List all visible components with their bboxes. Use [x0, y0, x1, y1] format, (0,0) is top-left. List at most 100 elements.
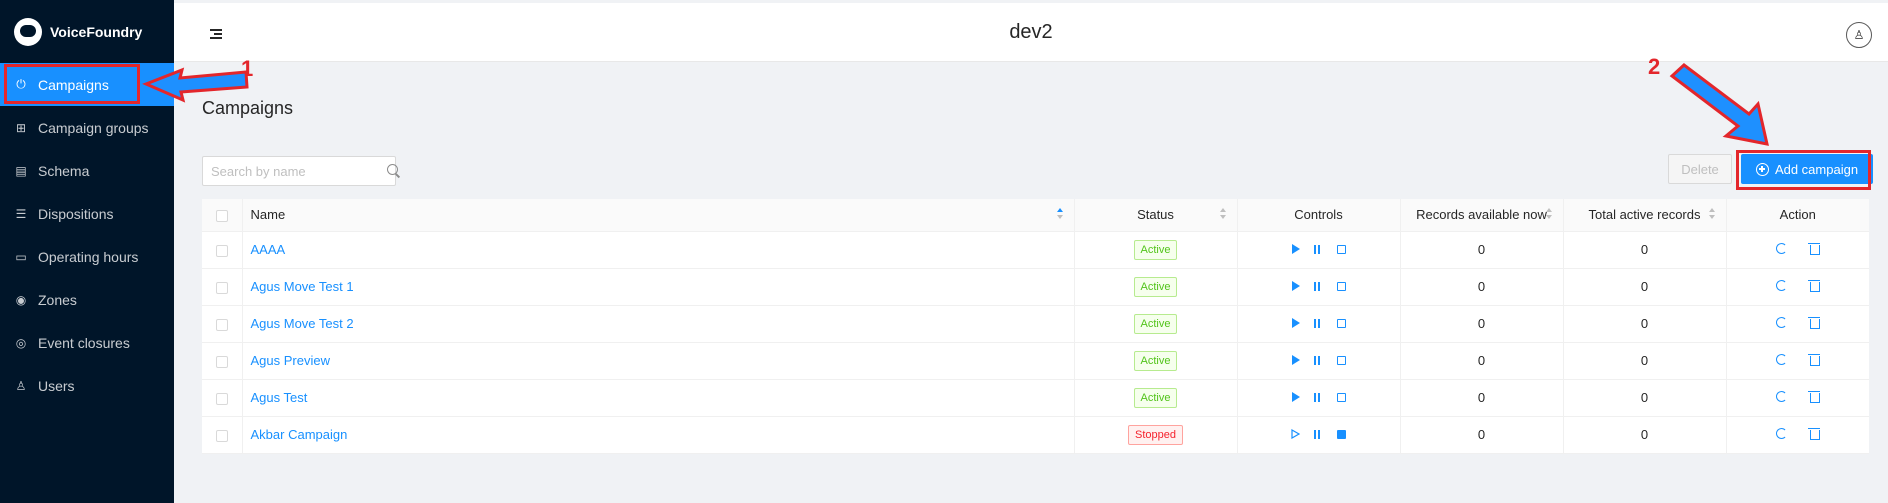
campaign-name-link[interactable]: AAAA [251, 242, 286, 257]
campaign-name-link[interactable]: Agus Move Test 2 [251, 316, 354, 331]
column-header-total-active[interactable]: Total active records [1563, 199, 1727, 232]
status-badge: Stopped [1128, 424, 1183, 445]
column-header-status[interactable]: Status [1074, 199, 1238, 232]
pause-icon[interactable] [1313, 355, 1323, 365]
column-header-name[interactable]: Name [242, 199, 1075, 232]
pause-icon[interactable] [1313, 281, 1323, 291]
row-checkbox[interactable] [215, 281, 228, 294]
total-active-cell: 0 [1563, 416, 1727, 454]
campaign-name-link[interactable]: Agus Test [251, 390, 308, 405]
sync-icon[interactable] [1776, 428, 1788, 439]
row-checkbox[interactable] [215, 429, 228, 442]
stop-icon[interactable] [1337, 429, 1346, 439]
campaign-name-link[interactable]: Agus Preview [251, 353, 330, 368]
sidebar-item-users[interactable]: ♙ Users [0, 364, 174, 407]
stop-icon[interactable] [1336, 392, 1346, 402]
column-label: Records available now [1416, 207, 1547, 223]
trash-icon[interactable] [1808, 390, 1821, 403]
play-icon[interactable] [1291, 281, 1300, 291]
row-select-cell [202, 231, 243, 269]
status-badge: Active [1133, 276, 1178, 297]
sync-icon[interactable] [1776, 317, 1788, 328]
action-cell [1726, 305, 1869, 343]
row-checkbox[interactable] [215, 392, 228, 405]
column-header-records-available[interactable]: Records available now [1400, 199, 1564, 232]
action-cell [1726, 342, 1869, 380]
column-label: Controls [1294, 207, 1343, 223]
sidebar-item-zones[interactable]: ◉ Zones [0, 278, 174, 321]
sidebar-item-dispositions[interactable]: ☰ Dispositions [0, 192, 174, 235]
sidebar-item-campaign-groups[interactable]: ⊞ Campaign groups [0, 106, 174, 149]
trash-icon[interactable] [1808, 316, 1821, 329]
table-row: Agus Move Test 1 Active 0 0 [202, 268, 1869, 306]
pause-icon[interactable] [1313, 318, 1323, 328]
logo[interactable]: VoiceFoundry [0, 0, 174, 63]
play-icon[interactable] [1291, 318, 1300, 328]
sync-icon[interactable] [1776, 354, 1788, 365]
controls-cell [1237, 268, 1401, 306]
records-available-cell: 0 [1400, 268, 1564, 306]
records-available-cell: 0 [1400, 305, 1564, 343]
sidebar-item-operating-hours[interactable]: ▭ Operating hours [0, 235, 174, 278]
trash-icon[interactable] [1808, 427, 1821, 440]
top-header: dev2 ♙ [174, 0, 1888, 62]
sort-icon[interactable] [1056, 208, 1064, 222]
trash-icon[interactable] [1808, 242, 1821, 255]
controls-cell [1237, 305, 1401, 343]
records-available-cell: 0 [1400, 379, 1564, 417]
location-icon: ◉ [15, 292, 27, 307]
column-label: Name [250, 207, 286, 223]
pause-icon[interactable] [1313, 392, 1323, 402]
sidebar-item-event-closures[interactable]: ◎ Event closures [0, 321, 174, 364]
sync-icon[interactable] [1776, 391, 1788, 402]
status-cell: Active [1074, 342, 1238, 380]
annotation-number-2: 2 [1648, 54, 1661, 79]
select-all-checkbox[interactable] [215, 209, 228, 222]
group-icon: ⊞ [15, 120, 27, 135]
play-icon[interactable] [1291, 355, 1300, 365]
status-badge: Active [1133, 313, 1178, 334]
trash-icon[interactable] [1808, 353, 1821, 366]
sync-icon[interactable] [1776, 243, 1788, 254]
stop-icon[interactable] [1336, 281, 1346, 291]
row-checkbox[interactable] [215, 244, 228, 257]
name-cell: Agus Move Test 1 [242, 268, 1075, 306]
sort-icon[interactable] [1545, 208, 1553, 222]
schema-icon: ▤ [15, 163, 27, 178]
voicefoundry-logo-icon [14, 17, 42, 46]
row-checkbox[interactable] [215, 355, 228, 368]
table-header-row: Name Status Controls Records available n… [202, 199, 1869, 232]
sidebar-item-label: Zones [38, 291, 77, 308]
campaign-name-link[interactable]: Agus Move Test 1 [251, 279, 354, 294]
search-box[interactable] [202, 156, 398, 186]
annotation-box-add-campaign [1736, 150, 1871, 190]
row-checkbox[interactable] [215, 318, 228, 331]
delete-button[interactable]: Delete [1668, 154, 1732, 184]
pause-icon[interactable] [1314, 429, 1323, 439]
table-body: AAAA Active 0 0 Agus Move Test 1 Active [202, 231, 1869, 454]
sort-icon[interactable] [1708, 208, 1716, 222]
campaign-name-link[interactable]: Akbar Campaign [251, 427, 348, 442]
records-available-cell: 0 [1400, 416, 1564, 454]
pause-icon[interactable] [1313, 244, 1323, 254]
stop-icon[interactable] [1336, 355, 1346, 365]
play-icon[interactable] [1291, 244, 1300, 254]
search-input[interactable] [211, 163, 387, 179]
stop-icon[interactable] [1336, 244, 1346, 254]
controls-cell [1237, 379, 1401, 417]
sync-icon[interactable] [1776, 280, 1788, 291]
total-active-cell: 0 [1563, 342, 1727, 380]
trash-icon[interactable] [1808, 279, 1821, 292]
column-header-action: Action [1726, 199, 1869, 232]
select-all-cell [202, 199, 243, 232]
play-icon[interactable] [1291, 392, 1300, 402]
stop-icon[interactable] [1336, 318, 1346, 328]
app-name: VoiceFoundry [50, 23, 143, 40]
play-icon[interactable] [1291, 429, 1300, 439]
status-badge: Active [1133, 387, 1178, 408]
name-cell: Agus Test [242, 379, 1075, 417]
sort-icon[interactable] [1219, 208, 1227, 222]
sidebar-item-schema[interactable]: ▤ Schema [0, 149, 174, 192]
action-cell [1726, 231, 1869, 269]
user-avatar-icon[interactable]: ♙ [1846, 22, 1872, 48]
